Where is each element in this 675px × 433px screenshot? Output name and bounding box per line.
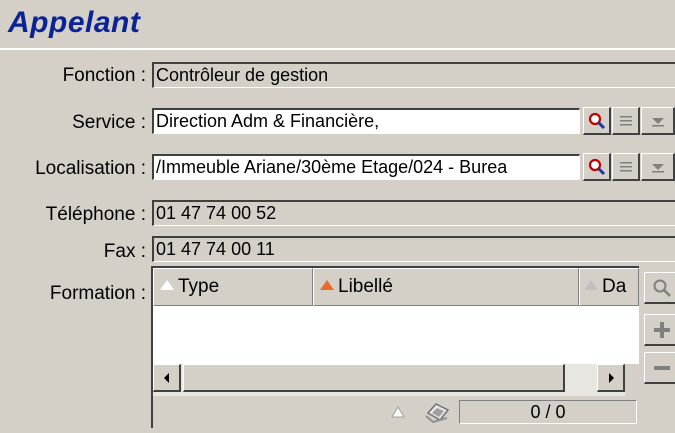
refresh-icon[interactable] [423, 400, 453, 426]
arrow-left-icon [163, 372, 169, 383]
formation-remove-button[interactable] [644, 352, 675, 384]
column-header-libelle-label: Libellé [338, 276, 393, 297]
service-dropdown-button[interactable] [641, 107, 675, 135]
service-search-button[interactable] [583, 107, 611, 135]
grid-body[interactable] [153, 306, 639, 364]
dropdown-arrow-icon [651, 117, 664, 126]
column-header-date-label: Da [602, 276, 627, 297]
grid-footer: 0 / 0 [153, 398, 639, 428]
magnifier-icon [588, 112, 605, 129]
sort-icon[interactable] [391, 406, 405, 418]
fonction-field[interactable]: Contrôleur de gestion [152, 62, 675, 88]
scroll-thumb[interactable] [183, 364, 565, 392]
dropdown-arrow-icon [651, 163, 664, 172]
record-counter: 0 / 0 [459, 400, 637, 424]
scroll-right-button[interactable] [597, 364, 625, 392]
sort-icon [160, 279, 174, 290]
list-icon [619, 115, 632, 125]
magnifier-icon [588, 158, 605, 175]
magnifier-icon [653, 279, 671, 297]
column-header-date[interactable]: Da [579, 268, 639, 306]
add-icon [653, 321, 670, 338]
fax-label: Fax : [103, 241, 146, 262]
formation-add-button[interactable] [644, 314, 675, 346]
column-header-type[interactable]: Type [153, 268, 313, 306]
title-divider [0, 48, 675, 50]
formation-search-button[interactable] [644, 272, 675, 304]
formation-label: Formation : [49, 283, 146, 304]
telephone-label: Téléphone : [45, 204, 146, 225]
fax-field[interactable]: 01 47 74 00 11 [152, 236, 675, 262]
remove-icon [653, 365, 670, 370]
localisation-dropdown-button[interactable] [641, 153, 675, 181]
column-header-libelle[interactable]: Libellé [313, 268, 579, 306]
section-title: Appelant [8, 6, 141, 39]
service-field[interactable]: Direction Adm & Financière, [152, 108, 580, 134]
formation-grid: Type Libellé Da 0 / 0 [151, 266, 639, 428]
sort-icon [320, 279, 334, 290]
horizontal-scrollbar[interactable] [153, 364, 625, 396]
telephone-field[interactable]: 01 47 74 00 52 [152, 200, 675, 226]
localisation-list-button[interactable] [612, 153, 640, 181]
appelant-panel: Appelant Fonction : Contrôleur de gestio… [0, 0, 675, 433]
service-label: Service : [72, 112, 146, 133]
column-header-type-label: Type [178, 276, 220, 297]
localisation-field[interactable]: /Immeuble Ariane/30ème Etage/024 - Burea [152, 154, 580, 180]
sort-icon [584, 279, 598, 290]
scroll-left-button[interactable] [153, 364, 181, 392]
service-list-button[interactable] [612, 107, 640, 135]
fonction-label: Fonction : [62, 65, 146, 86]
localisation-search-button[interactable] [583, 153, 611, 181]
list-icon [619, 161, 632, 171]
arrow-right-icon [608, 372, 614, 383]
localisation-label: Localisation : [35, 158, 146, 179]
